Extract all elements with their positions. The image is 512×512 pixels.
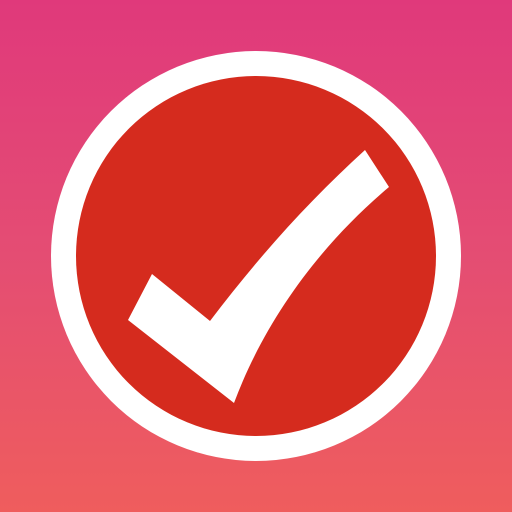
- app-icon[interactable]: [0, 0, 512, 512]
- badge-disc: [76, 76, 436, 436]
- checkmark-badge: [51, 51, 461, 461]
